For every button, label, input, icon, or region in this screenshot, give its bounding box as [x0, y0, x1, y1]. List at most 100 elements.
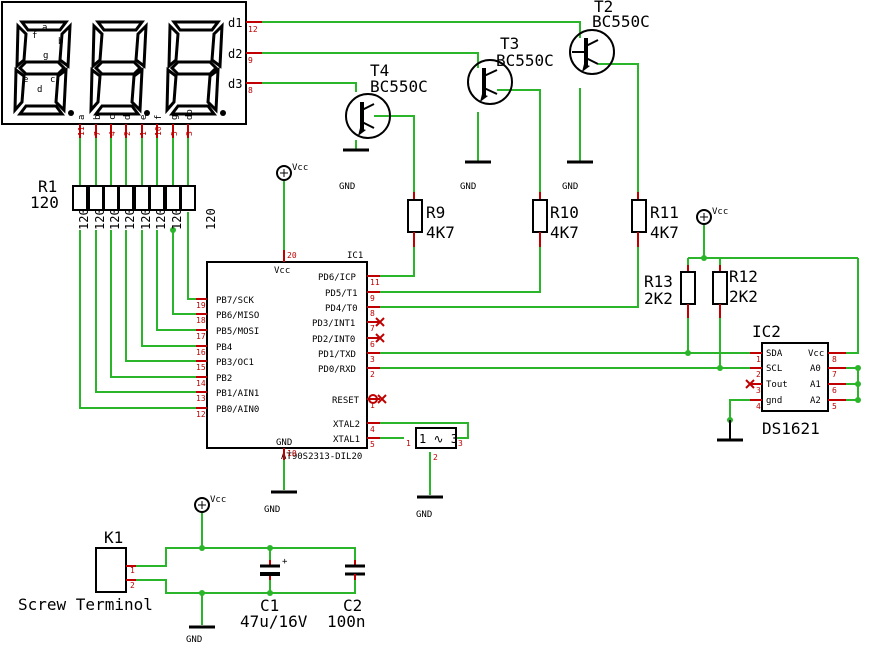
- resonator-label: 1 ∿ 3: [419, 432, 458, 446]
- ic2: IC2 DS1621 SDA SCL Tout gnd Vcc A0 A1 A2…: [750, 322, 846, 438]
- k1-pin-1: 1: [130, 566, 135, 575]
- vcc-label-ic1: Vcc: [292, 163, 308, 173]
- ic1-name: IC1: [347, 251, 363, 261]
- seven-segment-display: f a b g e c d d1 d2 d3 12 9 8 a b c d e: [1, 1, 262, 138]
- ic2-lpin-num-2: 3: [756, 386, 761, 395]
- ic1-rpin-num-5: 3: [370, 355, 375, 364]
- seg-pin-f: f: [154, 115, 164, 120]
- ic1-rpin-num-1: 9: [370, 294, 375, 303]
- resistor-array-r1: R1 120 120 120 120 120 120 120 120 120: [30, 177, 218, 230]
- r1-value-4: 120: [123, 208, 137, 230]
- r10-value: 4K7: [550, 223, 579, 242]
- resistor-r10: R10 4K7: [532, 192, 579, 247]
- digit-pin-num-12: 12: [248, 25, 258, 34]
- t4-value: BC550C: [370, 77, 428, 96]
- r12-name: R12: [729, 267, 758, 286]
- digit-pin-d2: d2: [228, 47, 242, 61]
- ic2-rpin-num-3: 5: [832, 402, 837, 411]
- ic1-lpin-label-1: PB6/MISO: [216, 311, 259, 321]
- gnd-label-power: GND: [186, 635, 202, 645]
- ic2-lpin-label-3: gnd: [766, 396, 782, 406]
- ic2-rpin-num-2: 6: [832, 386, 837, 395]
- r1-value-8: 120: [204, 208, 218, 230]
- ic1-lpin-label-7: PB0/AIN0: [216, 405, 259, 415]
- r1-value-7: 120: [170, 208, 184, 230]
- ic2-rpin-label-0: Vcc: [808, 349, 824, 359]
- seg-pin-g: g: [170, 115, 180, 120]
- ic2-rpin-label-1: A0: [810, 364, 821, 374]
- digit-1: [13, 20, 74, 116]
- ic1-rpin-label-5: PD1/TXD: [318, 350, 356, 360]
- seg-pin-num-3: 3: [185, 131, 194, 136]
- r1-value-3: 120: [108, 208, 122, 230]
- ic2-lpin-num-1: 2: [756, 370, 761, 379]
- ic1-vcc-pin: 20: [287, 251, 297, 260]
- ic1-rpin-num-4: 6: [370, 340, 375, 349]
- r11-value: 4K7: [650, 223, 679, 242]
- resonator: 1 ∿ 3 1 2 3: [406, 427, 463, 462]
- ic1-rpin-label-1: PD5/T1: [325, 289, 358, 299]
- ic2-lpin-num-0: 1: [756, 355, 761, 364]
- seg-pin-e: e: [139, 115, 149, 120]
- ic2-rpin-label-3: A2: [810, 396, 821, 406]
- r13-value: 2K2: [644, 289, 673, 308]
- ic1-rpin-label-3: PD3/INT1: [312, 319, 355, 329]
- schematic: f a b g e c d d1 d2 d3 12 9 8 a b c d e: [1, 0, 861, 645]
- ic2-part: DS1621: [762, 419, 820, 438]
- ic1-lpin-num-3: 16: [196, 348, 206, 357]
- ic2-name: IC2: [752, 322, 781, 341]
- vcc-label-pullup: Vcc: [712, 207, 728, 217]
- ic1-lpin-label-5: PB2: [216, 374, 232, 384]
- gnd-label-ic1: GND: [264, 505, 280, 515]
- ic1-lpin-num-7: 12: [196, 410, 206, 419]
- r11-name: R11: [650, 203, 679, 222]
- ic2-rpin-num-1: 7: [832, 370, 837, 379]
- seg-pin-num-2: 2: [123, 131, 132, 136]
- seg-pin-num-7: 7: [93, 131, 102, 136]
- c2-value: 100n: [327, 612, 366, 631]
- ic1-rpin-num-9: 5: [370, 440, 375, 449]
- ic1-rpin-num-6: 2: [370, 370, 375, 379]
- gnd-label-t3: GND: [460, 182, 476, 192]
- seg-pin-b: b: [93, 115, 103, 120]
- segment-letter-c: c: [50, 75, 55, 85]
- ic1-lpin-label-0: PB7/SCK: [216, 296, 255, 306]
- segment-letter-b: b: [58, 37, 63, 47]
- ic2-lpin-label-0: SDA: [766, 349, 783, 359]
- ic1-lpin-label-6: PB1/AIN1: [216, 389, 259, 399]
- r12-value: 2K2: [729, 287, 758, 306]
- ic1-rpin-label-0: PD6/ICP: [318, 273, 357, 283]
- connector-k1: K1 Screw Terminol 1 2: [18, 528, 153, 614]
- digit-3: [165, 20, 226, 116]
- resistor-r12: R12 2K2: [712, 265, 758, 318]
- ic1-lpin-num-2: 17: [196, 332, 206, 341]
- transistor-t2: T2 BC550C: [569, 0, 650, 75]
- seg-pin-num-1: 1: [139, 131, 148, 136]
- r9-name: R9: [426, 203, 445, 222]
- k1-type: Screw Terminol: [18, 595, 153, 614]
- seg-pin-num-10: 10: [154, 126, 163, 136]
- no-connect-markers: [368, 317, 755, 404]
- ic2-lpin-label-1: SCL: [766, 364, 782, 374]
- resistor-r11: R11 4K7: [631, 192, 679, 247]
- seg-pin-num-11: 11: [77, 126, 86, 136]
- ic2-rpin-num-0: 8: [832, 355, 837, 364]
- ic1-lpin-num-1: 18: [196, 316, 206, 325]
- digit-pin-num-9: 9: [248, 56, 253, 65]
- ic1-lpin-label-4: PB3/OC1: [216, 358, 254, 368]
- ic1-lpin-label-3: PB4: [216, 343, 232, 353]
- ic1-lpin-num-5: 14: [196, 379, 206, 388]
- ic1-rpin-label-7: RESET: [332, 396, 360, 406]
- segment-letter-d: d: [37, 85, 42, 95]
- k1-name: K1: [104, 528, 123, 547]
- gnd-label-t2: GND: [562, 182, 578, 192]
- t3-value: BC550C: [496, 51, 554, 70]
- r1-value: 120: [30, 193, 59, 212]
- ic1-rpin-label-6: PD0/RXD: [318, 365, 356, 375]
- gnd-label-xtal: GND: [416, 510, 432, 520]
- ic1-rpin-label-8: XTAL2: [333, 420, 360, 430]
- resonator-pin-2: 2: [433, 453, 438, 462]
- ic1-rpin-num-2: 8: [370, 309, 375, 318]
- ic1-rpin-num-3: 7: [370, 324, 375, 333]
- ic1-vcc-label: Vcc: [274, 266, 290, 276]
